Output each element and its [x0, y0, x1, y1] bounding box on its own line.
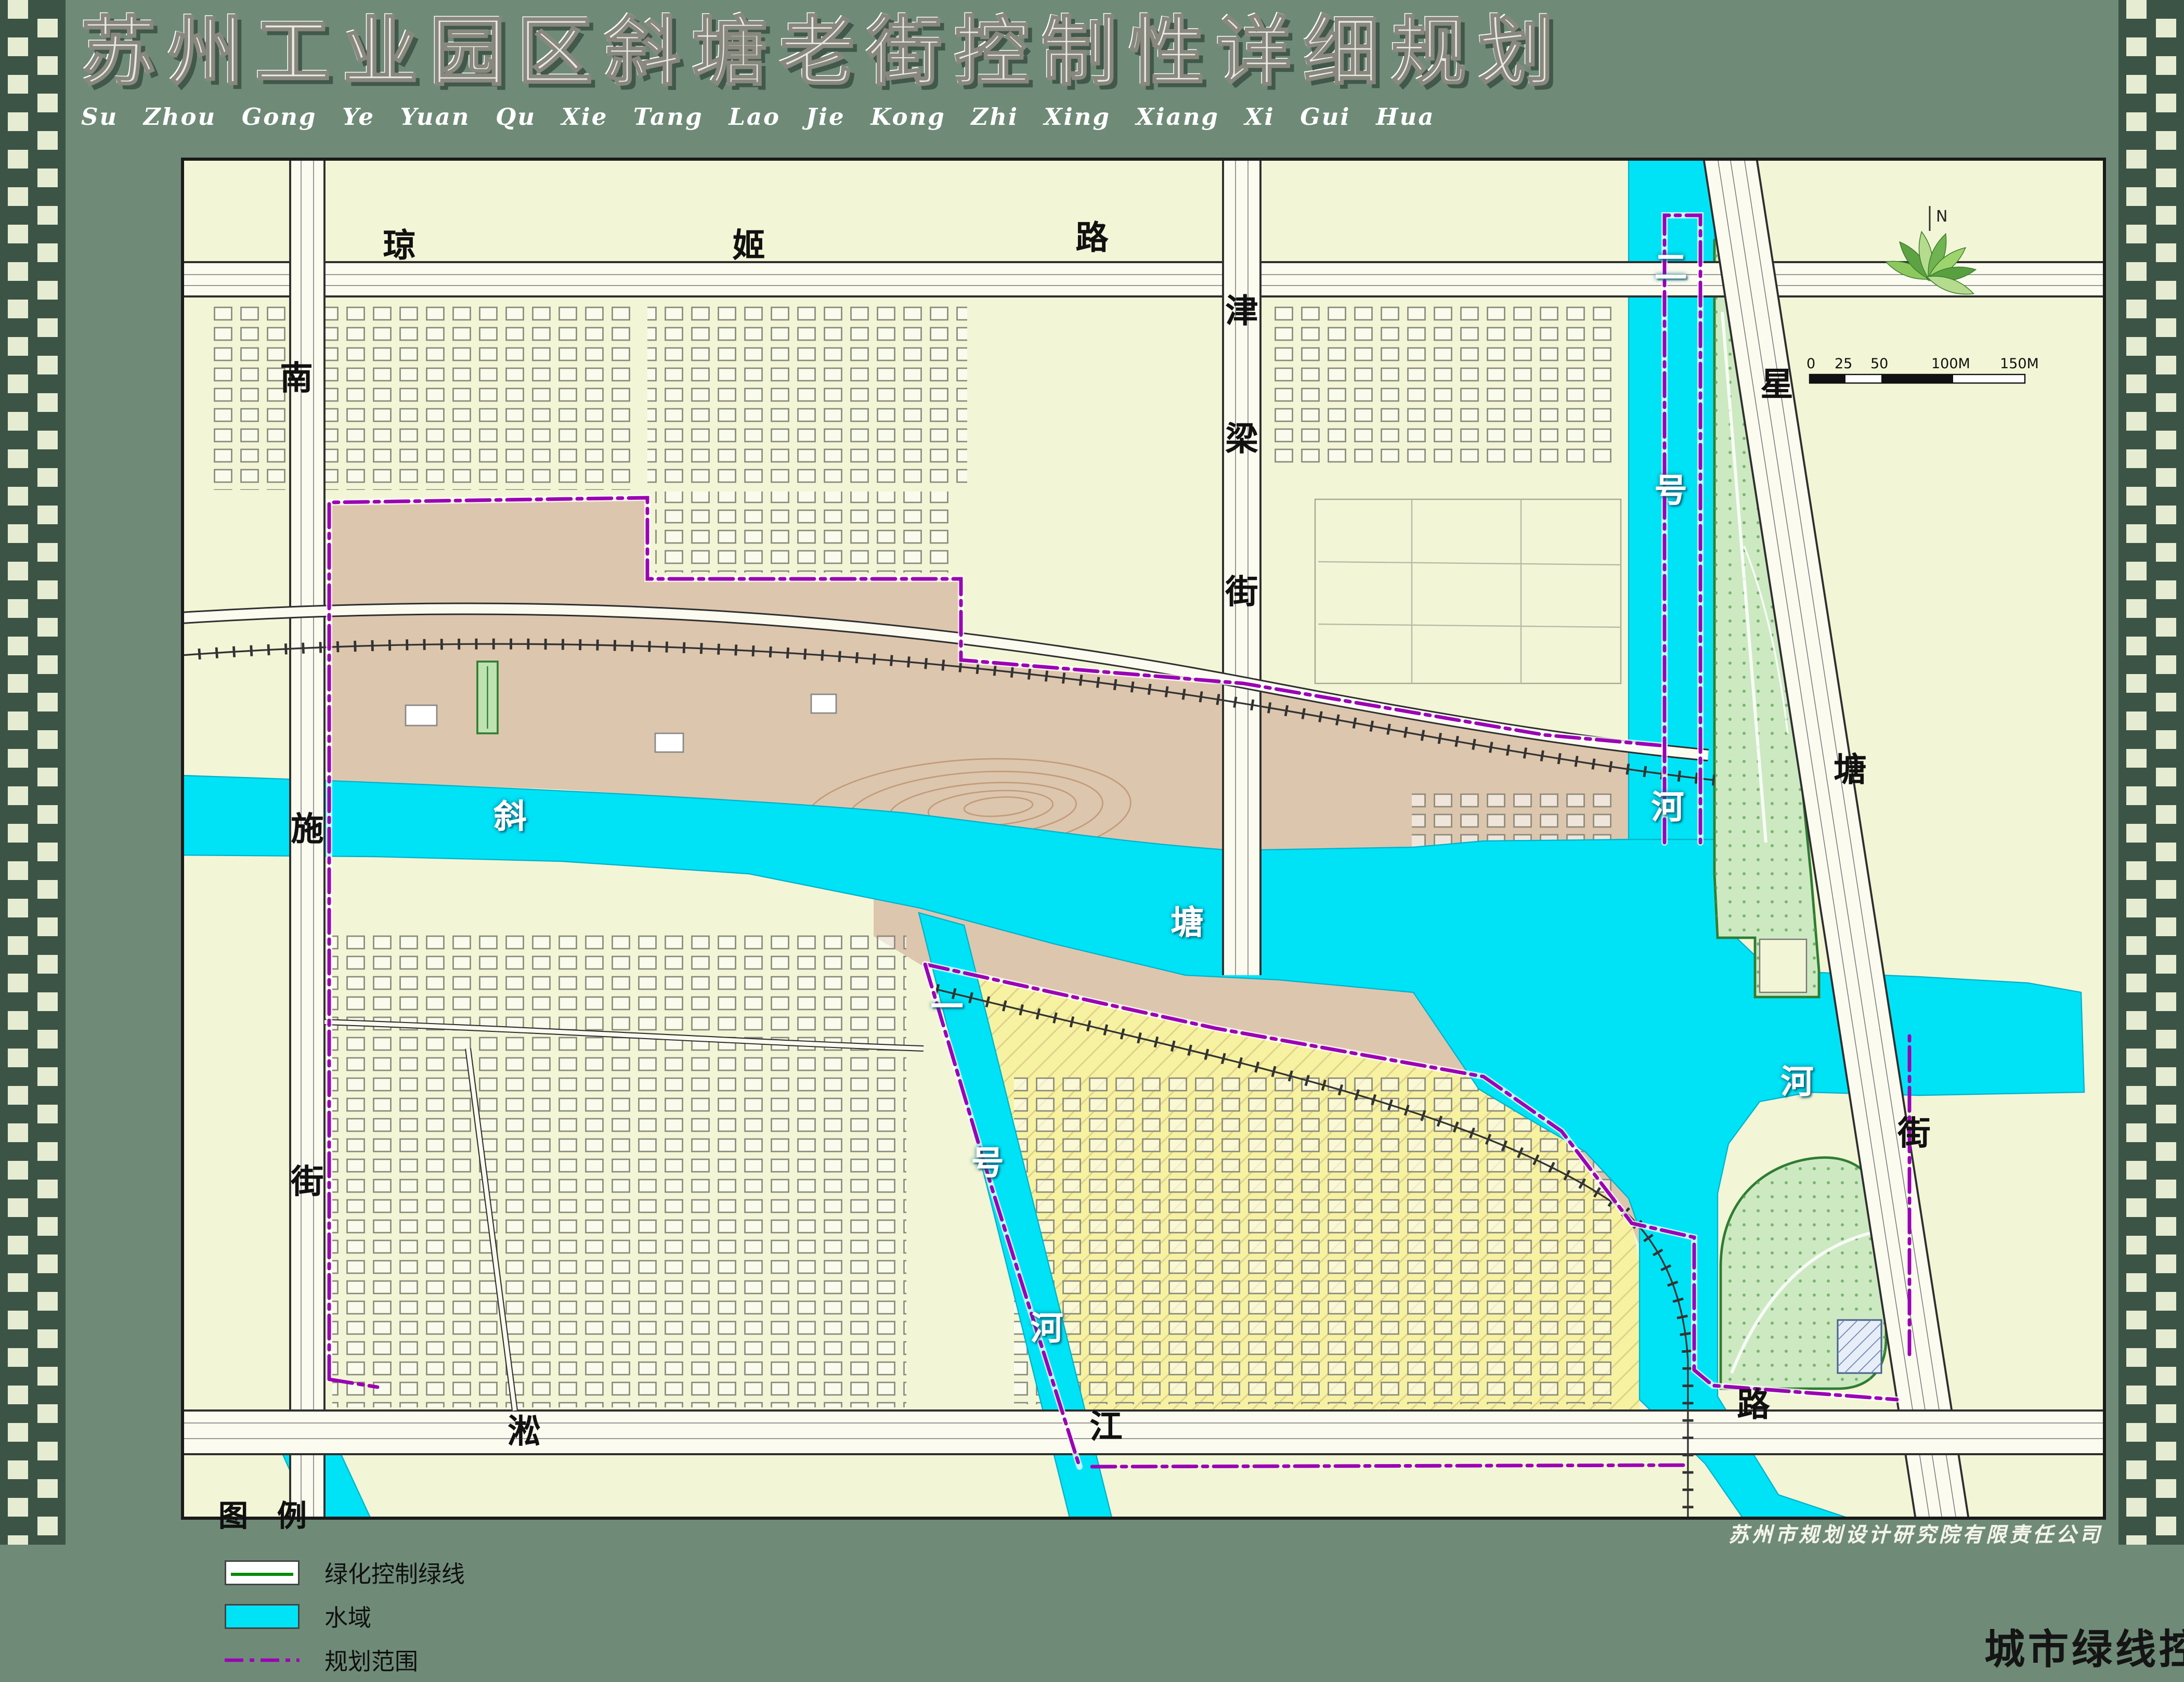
filmstrip-left-decoration: [0, 0, 66, 1545]
legend-item-label: 水域: [324, 1600, 371, 1633]
svg-text:150M: 150M: [2000, 356, 2039, 372]
page-subtitle-pinyin: Su Zhou Gong Ye Yuan Qu Xie Tang Lao Jie…: [81, 103, 2103, 131]
filmstrip-right-decoration: [2118, 0, 2184, 1545]
filmstrip-tiles: [2156, 0, 2176, 1545]
filmstrip-tiles: [8, 0, 28, 1545]
legend-title: 图 例: [218, 1493, 608, 1535]
page-title: 苏州工业园区斜塘老街控制性详细规划: [81, 6, 2103, 100]
green-strip: [477, 662, 498, 733]
map-type-title: 城市绿线控制图: [1984, 1618, 2184, 1676]
map-canvas: N 0 25 50 100M: [181, 158, 2106, 1520]
svg-text:25: 25: [1835, 356, 1852, 372]
legend-item-boundary: 规划范围: [218, 1638, 608, 1682]
north-label: N: [1936, 208, 1947, 226]
svg-text:100M: 100M: [1931, 356, 1970, 372]
planning-map-sheet: 苏州工业园区斜塘老街控制性详细规划 Su Zhou Gong Ye Yuan Q…: [0, 0, 2184, 1545]
filmstrip-tiles: [37, 0, 58, 1545]
legend-item-label: 规划范围: [324, 1644, 418, 1677]
water-swatch-symbol: [218, 1602, 306, 1631]
svg-text:50: 50: [1870, 356, 1888, 372]
svg-text:0: 0: [1806, 356, 1815, 372]
company-credit: 苏州市规划设计研究院有限责任公司: [1728, 1518, 2103, 1548]
legend-item-green-line: 绿化控制绿线: [218, 1551, 608, 1595]
filmstrip-tiles: [2126, 0, 2147, 1545]
sheet-header: 苏州工业园区斜塘老街控制性详细规划 Su Zhou Gong Ye Yuan Q…: [81, 6, 2103, 156]
green-control-line-symbol: [218, 1559, 306, 1587]
legend-item-water: 水域: [218, 1595, 608, 1638]
legend: 图 例 绿化控制绿线 水域 规划范围: [218, 1493, 608, 1682]
boundary-line-symbol: [218, 1646, 306, 1674]
map-image: N 0 25 50 100M: [181, 158, 2106, 1520]
legend-item-label: 绿化控制绿线: [324, 1557, 465, 1589]
